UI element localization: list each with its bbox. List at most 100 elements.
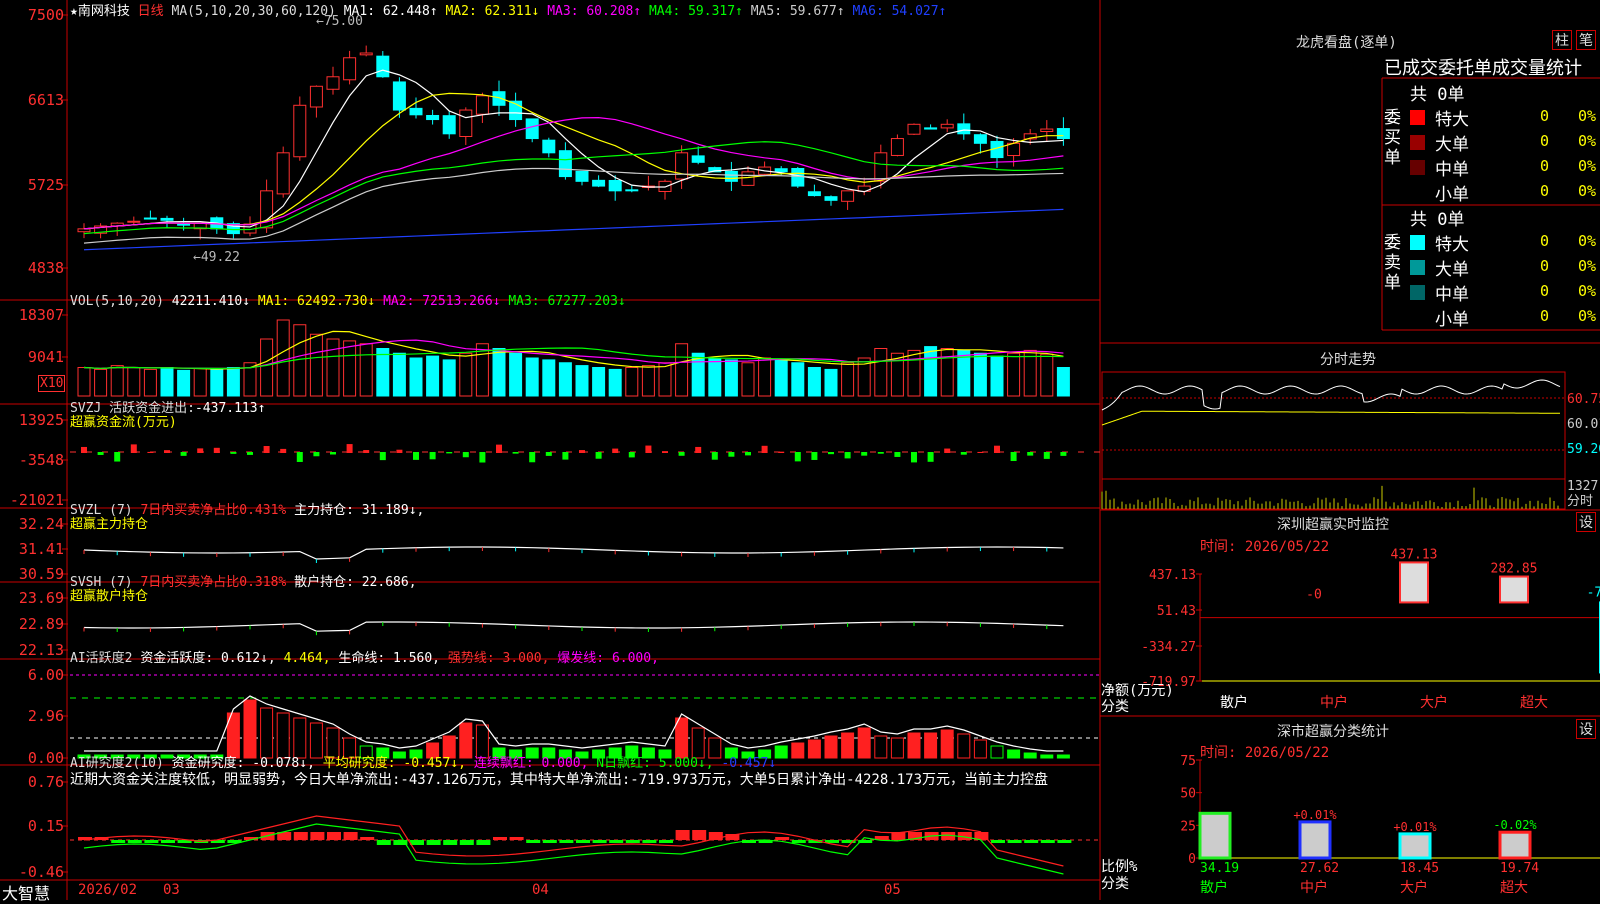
sz-class-time: 时间: 2026/05/22 <box>1200 745 1330 761</box>
volume-bar <box>1056 367 1070 397</box>
volume-bar <box>907 349 921 397</box>
legend-item-4: MA5: 59.677↑ <box>742 4 845 19</box>
fund-flow-bar <box>628 452 635 458</box>
buy-row-name: 大单 <box>1435 135 1469 155</box>
airesearch-axis-label: 0.15 <box>27 817 64 835</box>
volume-bar <box>143 368 157 397</box>
fund-flow-bar <box>396 449 403 453</box>
buy-row-name: 小单 <box>1435 185 1469 205</box>
svzj-axis-label: -21021 <box>9 491 64 509</box>
research-bar <box>526 840 541 843</box>
fund-flow-bar <box>960 452 967 455</box>
sell-row-name: 大单 <box>1435 260 1469 280</box>
fund-flow-bar <box>1027 452 1034 456</box>
ai-comment: 近期大资金关注度较低，明显弱势，今日大单净流出:-437.126万元，其中特大单… <box>70 772 1049 788</box>
svzl-axis-label: 31.41 <box>18 540 64 558</box>
buy-total: 共 0单 <box>1410 85 1465 105</box>
activity-bar <box>791 742 805 759</box>
research-bar <box>459 840 474 845</box>
fund-flow-bar <box>363 450 370 453</box>
candle-body <box>359 52 373 56</box>
candle-body <box>924 127 938 130</box>
fund-flow-bar <box>994 445 1000 453</box>
buy-row-value: 0 <box>1540 157 1550 175</box>
sell-side-label: 委卖单 <box>1384 233 1401 293</box>
volume-bar <box>575 365 589 397</box>
candle-body <box>160 217 174 221</box>
activity-bar <box>857 727 871 759</box>
class-bar-超大 <box>1498 830 1532 860</box>
sz-bar-label: 437.13 <box>1391 547 1438 562</box>
volume-bar <box>973 352 987 397</box>
fund-flow-bar <box>429 452 436 460</box>
volume-bar <box>940 348 954 397</box>
fund-flow-bar <box>446 452 453 454</box>
candle-body <box>774 168 788 173</box>
fund-flow-bar <box>81 446 87 453</box>
research-bar <box>343 832 358 840</box>
fund-flow-bar <box>197 448 204 453</box>
volume-bar <box>592 367 606 397</box>
activity-bar <box>1023 752 1037 759</box>
activity-bar <box>824 735 838 759</box>
research-bar <box>376 840 391 845</box>
svzl-axis-label: 30.59 <box>18 565 64 583</box>
volume-bar <box>426 355 440 397</box>
sz-monitor-settings-button[interactable]: 设 <box>1576 512 1596 532</box>
activity-bar <box>1040 754 1054 759</box>
class-category-label: 中户 <box>1300 879 1328 896</box>
class-category-label: 散户 <box>1200 879 1228 896</box>
candle-body <box>592 179 606 187</box>
sz-bar-label: -719.97 <box>1587 585 1600 600</box>
intraday-axis-label: 60.01 <box>1567 417 1600 432</box>
intraday-avg-line <box>1101 410 1561 426</box>
sz-bar-中户 <box>1399 561 1429 604</box>
volume-bar <box>824 368 838 397</box>
fund-flow-bar <box>811 452 818 460</box>
sz-category-label: 散户 <box>1220 694 1248 711</box>
candle-body <box>973 134 987 144</box>
stock-name[interactable]: 南网科技 <box>78 4 130 19</box>
research-bar <box>642 840 657 843</box>
class-change-label: -0.02% <box>1493 818 1537 832</box>
fund-flow-bar <box>379 452 386 461</box>
research-bar <box>293 832 308 840</box>
sz-bar-label: -0 <box>1306 587 1322 602</box>
buy-color-swatch <box>1410 185 1425 200</box>
fund-flow-bar <box>462 452 469 458</box>
class-axis-label: 50 <box>1180 787 1196 802</box>
fund-flow-bar <box>695 446 702 453</box>
legend-item-1: MA2: 72513.266↓ <box>375 294 501 309</box>
research-bar <box>609 840 624 843</box>
volume-bar <box>708 357 722 397</box>
bar-mode-button[interactable]: 柱 <box>1552 30 1572 50</box>
candle-body <box>143 217 157 220</box>
research-bar <box>775 837 790 840</box>
price-axis-label: 5725 <box>27 176 64 194</box>
volume-bar <box>774 359 788 397</box>
research-bar <box>493 837 507 840</box>
fund-flow-bar <box>180 452 187 456</box>
activity-bar <box>807 739 821 759</box>
tick-mode-button[interactable]: 笔 <box>1576 30 1596 50</box>
candle-body <box>890 138 904 156</box>
class-bar-散户 <box>1198 811 1232 860</box>
fund-flow-bar <box>711 452 718 460</box>
fund-flow-bar <box>761 445 768 453</box>
fund-flow-bar <box>778 451 785 453</box>
fund-flow-bar <box>579 450 585 453</box>
activity-bar <box>1007 749 1021 759</box>
candle-body <box>791 168 805 187</box>
research-bar <box>360 837 375 840</box>
sz-class-settings-button[interactable]: 设 <box>1576 719 1596 739</box>
research-bar <box>327 832 341 840</box>
volume-bar <box>641 365 655 397</box>
research-bar <box>625 840 640 843</box>
volume-bar <box>758 357 772 397</box>
research-bar <box>692 830 707 840</box>
candle-body <box>525 118 539 140</box>
period-label[interactable]: 日线 <box>138 4 164 19</box>
candle-body <box>575 170 589 182</box>
svzj-axis-label: -3548 <box>18 451 64 469</box>
volume-bar <box>210 368 224 397</box>
